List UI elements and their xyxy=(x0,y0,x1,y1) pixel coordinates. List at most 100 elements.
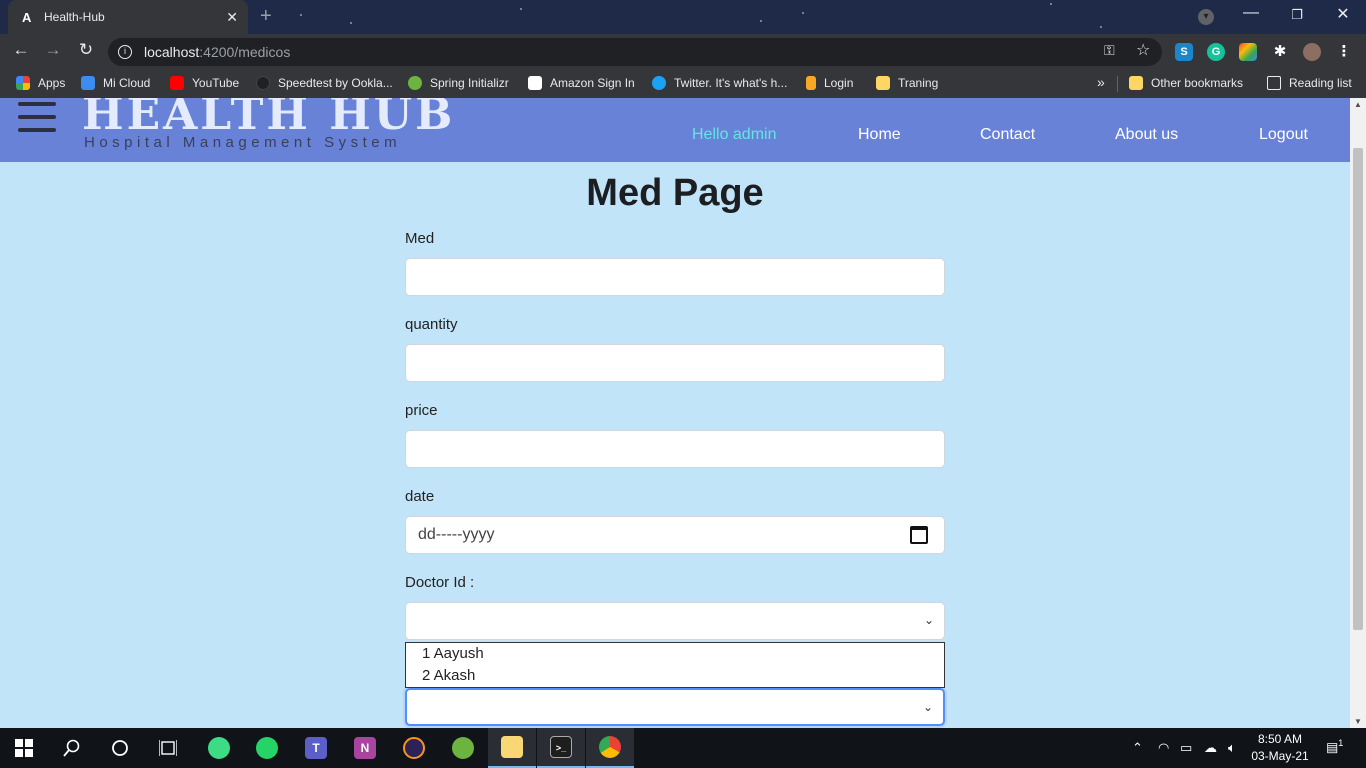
scrollbar-thumb[interactable] xyxy=(1353,148,1363,630)
volume-icon[interactable]: 🔈︎ xyxy=(1228,740,1236,756)
nav-logout[interactable]: Logout xyxy=(1259,126,1308,144)
doctor-id-select[interactable]: ⌄ xyxy=(405,602,945,640)
key-icon[interactable]: ⚿ xyxy=(1104,42,1115,59)
date-input[interactable]: dd-----yyyy xyxy=(405,516,945,554)
bookmark-star-icon[interactable]: ☆ xyxy=(1136,40,1150,60)
wallpaper-star xyxy=(1100,26,1102,28)
back-icon[interactable]: ← xyxy=(10,40,32,60)
taskbar-app[interactable] xyxy=(390,728,438,768)
login-icon xyxy=(806,76,816,90)
bookmarks-bar: Apps Mi Cloud YouTube Speedtest by Ookla… xyxy=(0,70,1366,98)
restore-icon[interactable]: ❐ xyxy=(1282,7,1312,23)
new-tab-button[interactable]: + xyxy=(260,5,272,28)
cortana-button[interactable] xyxy=(96,728,144,768)
chrome-icon xyxy=(599,736,621,758)
file-explorer-icon xyxy=(501,736,523,758)
bookmark-mi-cloud[interactable]: Mi Cloud xyxy=(81,76,150,90)
bookmark-spring-initializr[interactable]: Spring Initializr xyxy=(408,76,509,90)
url-path: :4200/medicos xyxy=(199,44,291,60)
second-select[interactable]: ⌄ xyxy=(405,688,945,726)
chevron-down-icon: ⌄ xyxy=(922,700,933,714)
extensions-icon[interactable]: ✱ xyxy=(1271,43,1289,61)
task-view-button[interactable] xyxy=(144,728,192,768)
onedrive-icon[interactable]: ☁ xyxy=(1204,740,1217,756)
cortana-icon xyxy=(112,740,128,756)
nav-about-us[interactable]: About us xyxy=(1115,126,1178,144)
onenote-icon: N xyxy=(354,737,376,759)
skype-extension-icon[interactable]: S xyxy=(1175,43,1193,61)
notification-icon: ▤ xyxy=(1326,739,1339,755)
dropdown-option[interactable]: 1 Aayush xyxy=(406,643,944,665)
address-bar[interactable]: i localhost:4200/medicos xyxy=(108,38,1162,66)
color-picker-extension-icon[interactable] xyxy=(1239,43,1257,61)
reading-list-icon xyxy=(1267,76,1281,90)
minimize-icon[interactable]: — xyxy=(1236,4,1266,22)
scroll-up-icon[interactable]: ▲ xyxy=(1350,100,1366,109)
battery-icon[interactable]: ▭ xyxy=(1180,740,1192,756)
bookmark-youtube[interactable]: YouTube xyxy=(170,76,239,90)
page-viewport: HEALTH HUB Hospital Management System He… xyxy=(0,98,1366,728)
bookmark-apps[interactable]: Apps xyxy=(16,76,65,90)
taskbar-app[interactable]: >_ xyxy=(537,728,585,768)
bookmarks-overflow-icon[interactable]: » xyxy=(1097,74,1105,90)
browser-menu-icon[interactable]: ⋮ xyxy=(1335,43,1353,61)
calendar-icon[interactable] xyxy=(910,526,928,544)
doctor-id-dropdown: 1 Aayush 2 Akash xyxy=(405,642,945,688)
reload-icon[interactable]: ↻ xyxy=(75,40,97,60)
taskbar-app[interactable] xyxy=(586,728,634,768)
speedtest-icon xyxy=(256,76,270,90)
taskbar-app[interactable] xyxy=(488,728,536,768)
forward-icon[interactable]: → xyxy=(42,40,64,60)
hamburger-menu-icon[interactable] xyxy=(18,102,56,141)
show-hidden-icons-icon[interactable]: ⌃ xyxy=(1132,740,1143,756)
quantity-input[interactable] xyxy=(405,344,945,382)
taskbar-app[interactable] xyxy=(195,728,243,768)
system-clock[interactable]: 8:50 AM 03-May-21 xyxy=(1250,731,1310,765)
profile-avatar[interactable] xyxy=(1303,43,1321,61)
greeting-link[interactable]: Hello admin xyxy=(692,126,776,144)
tab-search-icon[interactable]: ▾ xyxy=(1198,9,1214,25)
page-scrollbar[interactable]: ▲ ▼ xyxy=(1350,98,1366,728)
start-button[interactable] xyxy=(0,728,48,768)
taskbar-app[interactable] xyxy=(439,728,487,768)
taskbar-app[interactable] xyxy=(243,728,291,768)
close-window-icon[interactable]: ✕ xyxy=(1328,4,1358,24)
site-info-icon[interactable]: i xyxy=(118,45,132,59)
price-input[interactable] xyxy=(405,430,945,468)
browser-titlebar: A Health-Hub ✕ + ▾ — ❐ ✕ xyxy=(0,0,1366,34)
browser-toolbar: ← → ↻ i localhost:4200/medicos ⚿ ☆ xyxy=(0,34,1366,70)
wifi-icon[interactable]: ◠ xyxy=(1158,740,1169,756)
eclipse-icon xyxy=(403,737,425,759)
folder-icon xyxy=(1129,76,1143,90)
reading-list[interactable]: Reading list xyxy=(1267,76,1352,90)
dropdown-option[interactable]: 2 Akash xyxy=(406,665,944,687)
clock-time: 8:50 AM xyxy=(1257,732,1303,746)
med-input[interactable] xyxy=(405,258,945,296)
nav-home[interactable]: Home xyxy=(858,126,901,144)
bookmark-traning[interactable]: Traning xyxy=(876,76,938,90)
taskbar-app[interactable]: T xyxy=(292,728,340,768)
bookmark-speedtest[interactable]: Speedtest by Ookla... xyxy=(256,76,393,90)
wallpaper-star xyxy=(802,12,804,14)
quantity-label: quantity xyxy=(405,316,458,333)
search-button[interactable] xyxy=(48,728,96,768)
twitter-icon xyxy=(652,76,666,90)
wallpaper-star xyxy=(300,14,302,16)
divider xyxy=(1117,76,1118,92)
bookmark-login[interactable]: Login xyxy=(806,76,853,90)
taskbar-app[interactable]: N xyxy=(341,728,389,768)
search-icon xyxy=(63,739,80,757)
task-view-icon xyxy=(159,740,177,756)
nav-contact[interactable]: Contact xyxy=(980,126,1035,144)
notification-center[interactable]: ▤1 xyxy=(1326,738,1343,755)
close-tab-icon[interactable]: ✕ xyxy=(226,9,238,26)
bookmark-twitter[interactable]: Twitter. It's what's h... xyxy=(652,76,787,90)
other-bookmarks[interactable]: Other bookmarks xyxy=(1129,76,1243,90)
browser-tab[interactable]: A Health-Hub ✕ xyxy=(8,0,248,34)
date-label: date xyxy=(405,488,435,505)
bookmark-amazon[interactable]: Amazon Sign In xyxy=(528,76,635,90)
scroll-down-icon[interactable]: ▼ xyxy=(1350,717,1366,726)
grammarly-extension-icon[interactable]: G xyxy=(1207,43,1225,61)
med-label: Med xyxy=(405,230,435,247)
spring-tool-suite-icon xyxy=(452,737,474,759)
